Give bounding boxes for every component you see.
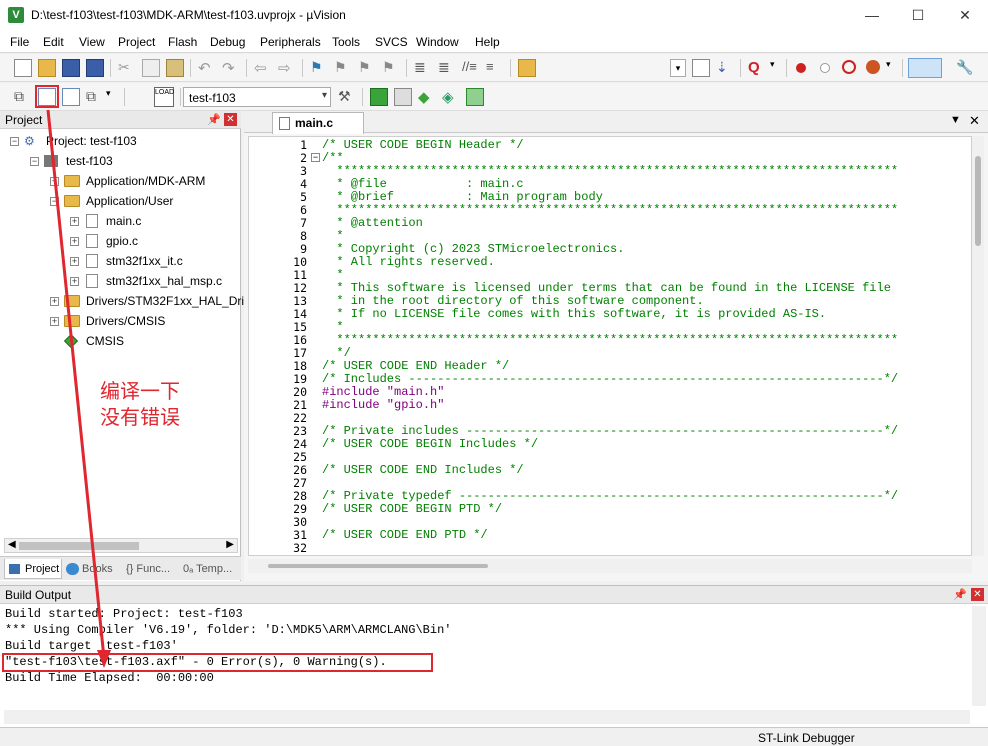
annotation-line-2: 没有错误 (100, 405, 180, 429)
annotation-arrow-head (97, 650, 111, 668)
annotation-text: 编译一下 没有错误 (100, 378, 180, 430)
annotation-line-1: 编译一下 (100, 379, 180, 403)
annotation-arrow-line (46, 109, 106, 659)
uvision-window: V D:\test-f103\test-f103\MDK-ARM\test-f1… (0, 0, 988, 746)
annotation-arrow (46, 109, 111, 668)
